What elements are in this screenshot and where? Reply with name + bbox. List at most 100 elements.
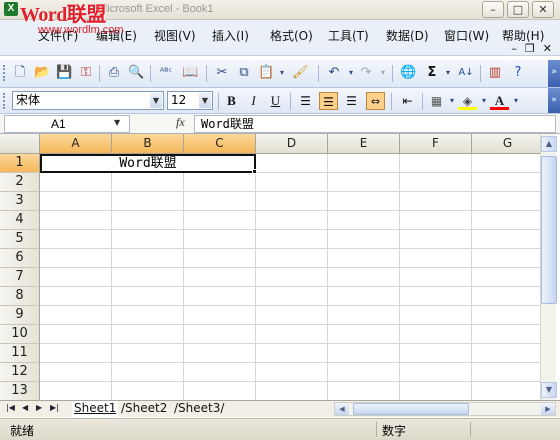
row-header-6[interactable]: 6	[0, 249, 40, 268]
redo-icon[interactable]: ↷	[358, 65, 374, 81]
autosum-icon[interactable]: Σ	[424, 65, 440, 81]
column-header-d[interactable]: D	[256, 134, 328, 154]
cut-icon[interactable]: ✂	[214, 65, 230, 81]
chevron-down-icon[interactable]: ▼	[150, 93, 162, 108]
underline-button[interactable]: U	[266, 92, 285, 110]
row-header-2[interactable]: 2	[0, 173, 40, 192]
save-icon[interactable]: 💾	[56, 65, 72, 81]
doc-minimize-button[interactable]: –	[511, 42, 517, 55]
row-header-13[interactable]: 13	[0, 382, 40, 400]
last-sheet-icon[interactable]: ▶|	[50, 403, 59, 412]
row-header-7[interactable]: 7	[0, 268, 40, 287]
undo-icon[interactable]: ↶	[326, 65, 342, 81]
doc-close-button[interactable]: ✕	[543, 42, 552, 55]
toolbar-separator	[392, 65, 393, 82]
align-center-icon[interactable]: ☰	[319, 92, 338, 110]
row-header-10[interactable]: 10	[0, 325, 40, 344]
window-title: Microsoft Excel - Book1	[98, 3, 214, 15]
maximize-button[interactable]: □	[507, 1, 529, 18]
horizontal-scroll-thumb[interactable]	[353, 403, 469, 415]
toolbar-grip[interactable]	[3, 65, 6, 81]
font-size-select[interactable]: 12 ▼	[167, 91, 213, 110]
cell-area[interactable]	[40, 154, 540, 400]
menu-item[interactable]: 工具(T)	[328, 27, 369, 44]
vertical-scroll-thumb[interactable]	[541, 156, 557, 304]
fill-handle[interactable]	[252, 169, 257, 174]
paste-icon[interactable]: 📋	[258, 65, 274, 81]
close-button[interactable]: ✕	[532, 1, 554, 18]
hyperlink-icon[interactable]: 🌐	[400, 65, 416, 81]
font-color-dropdown-icon[interactable]: ▾	[508, 93, 524, 109]
chevron-down-icon[interactable]: ▼	[114, 118, 120, 127]
undo-dropdown-icon[interactable]: ▾	[343, 65, 359, 81]
sort-ascending-icon[interactable]: A↓	[458, 65, 474, 81]
new-icon[interactable]: 🗋	[12, 65, 28, 81]
name-box[interactable]: A1	[4, 115, 130, 133]
font-name-select[interactable]: 宋体 ▼	[12, 91, 164, 110]
align-right-icon[interactable]: ☰	[342, 92, 361, 110]
align-left-icon[interactable]: ☰	[296, 92, 315, 110]
chevron-down-icon[interactable]: ▼	[199, 93, 211, 108]
doc-restore-button[interactable]: ❐	[525, 42, 535, 55]
format-painter-icon[interactable]: 🖌	[292, 65, 309, 81]
row-header-8[interactable]: 8	[0, 287, 40, 306]
row-header-5[interactable]: 5	[0, 230, 40, 249]
column-header-c[interactable]: C	[184, 134, 256, 154]
decrease-indent-icon[interactable]: ⇤	[398, 92, 417, 110]
menu-item[interactable]: 视图(V)	[154, 27, 196, 44]
font-color-icon[interactable]: A	[490, 92, 509, 110]
column-header-f[interactable]: F	[400, 134, 472, 154]
toolbar-options-icon[interactable]: »	[548, 88, 560, 113]
permission-icon[interactable]: ⚿	[78, 65, 94, 81]
open-icon[interactable]: 📂	[34, 65, 50, 81]
redo-dropdown-icon[interactable]: ▾	[375, 65, 391, 81]
column-header-e[interactable]: E	[328, 134, 400, 154]
horizontal-scrollbar[interactable]: ◀ ▶	[334, 402, 556, 416]
toolbar-grip[interactable]	[3, 93, 6, 109]
row-header-12[interactable]: 12	[0, 363, 40, 382]
minimize-button[interactable]: –	[482, 1, 504, 18]
formula-input[interactable]: Word联盟	[194, 115, 556, 133]
print-icon[interactable]: ⎙	[106, 65, 122, 81]
sheet-tab-sheet1[interactable]: Sheet1	[72, 401, 119, 417]
next-sheet-icon[interactable]: ▶	[36, 403, 42, 412]
print-preview-icon[interactable]: 🔍	[128, 65, 144, 81]
column-header-g[interactable]: G	[472, 134, 544, 154]
research-icon[interactable]: 📖	[182, 65, 198, 81]
toolbar-options-icon[interactable]: »	[548, 60, 560, 87]
menu-item[interactable]: 数据(D)	[386, 27, 429, 44]
sheet-tab-sheet3[interactable]: /Sheet3/	[172, 401, 226, 417]
scroll-down-icon[interactable]: ▼	[541, 382, 557, 398]
menu-item[interactable]: 窗口(W)	[444, 27, 489, 44]
menu-item[interactable]: 格式(O)	[270, 27, 313, 44]
autosum-dropdown-icon[interactable]: ▾	[440, 65, 456, 81]
column-header-a[interactable]: A	[40, 134, 112, 154]
vertical-scrollbar[interactable]: ▲ ▼	[540, 134, 557, 400]
row-header-1[interactable]: 1	[0, 154, 40, 173]
help-icon[interactable]: ?	[510, 65, 526, 81]
insert-function-icon[interactable]: fx	[176, 115, 185, 130]
fill-color-icon[interactable]: ◈	[458, 92, 477, 110]
excel-app-icon[interactable]: X	[4, 2, 18, 16]
cell-a1-merged[interactable]: Word联盟	[40, 154, 256, 173]
prev-sheet-icon[interactable]: ◀	[22, 403, 28, 412]
column-header-b[interactable]: B	[112, 134, 184, 154]
spelling-icon[interactable]: ᴬᴮᶜ	[158, 65, 174, 81]
row-header-11[interactable]: 11	[0, 344, 40, 363]
italic-button[interactable]: I	[244, 92, 263, 110]
copy-icon[interactable]: ⧉	[236, 65, 252, 81]
scroll-left-icon[interactable]: ◀	[335, 403, 349, 415]
select-all-button[interactable]	[0, 134, 40, 154]
paste-dropdown-icon[interactable]: ▾	[274, 65, 290, 81]
bold-button[interactable]: B	[222, 92, 241, 110]
scroll-right-icon[interactable]: ▶	[541, 403, 555, 415]
first-sheet-icon[interactable]: |◀	[6, 403, 15, 412]
menu-item[interactable]: 插入(I)	[212, 27, 249, 44]
scroll-up-icon[interactable]: ▲	[541, 136, 557, 152]
row-header-4[interactable]: 4	[0, 211, 40, 230]
chart-wizard-icon[interactable]: ▥	[487, 65, 503, 81]
sheet-tab-sheet2[interactable]: /Sheet2	[119, 401, 169, 417]
merge-center-icon[interactable]: ⇔	[366, 92, 385, 110]
row-header-9[interactable]: 9	[0, 306, 40, 325]
row-header-3[interactable]: 3	[0, 192, 40, 211]
